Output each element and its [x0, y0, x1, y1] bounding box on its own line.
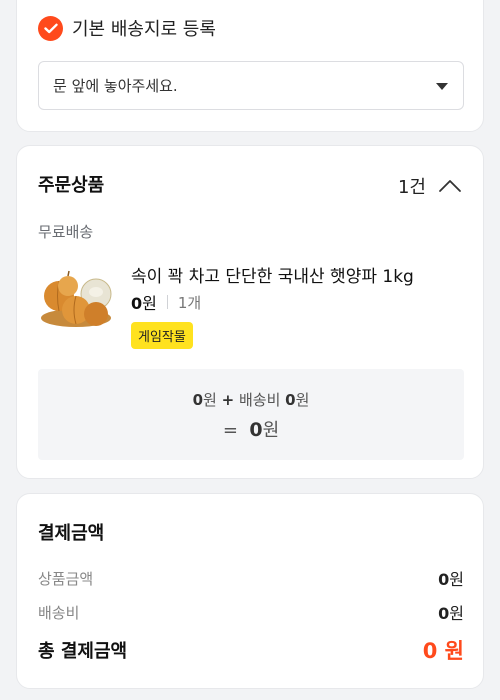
- payment-product-label: 상품금액: [38, 569, 94, 588]
- summary-product-amount: 0: [192, 391, 204, 409]
- payment-total-label: 총 결제금액: [38, 641, 128, 662]
- product-name[interactable]: 속이 꽉 차고 단단한 국내산 햇양파 1kg: [131, 262, 414, 287]
- caret-down-icon: [436, 83, 448, 90]
- shipping-type-label: 무료배송: [38, 223, 94, 241]
- payment-shipping-row: 배송비 0원: [38, 600, 464, 624]
- product-price: 0원: [131, 290, 157, 314]
- payment-product-unit: 원: [449, 570, 464, 589]
- product-price-row: 0원 1개: [131, 290, 201, 314]
- summary-breakdown: 0원 + 배송비 0원: [38, 389, 464, 410]
- payment-product-row: 상품금액 0원: [38, 566, 464, 590]
- payment-total-row: 총 결제금액 0 원: [38, 635, 464, 665]
- address-card: 기본 배송지로 등록 문 앞에 놓아주세요.: [16, 0, 484, 132]
- summary-shipping-amount: 0: [285, 391, 296, 409]
- chevron-up-icon[interactable]: [438, 178, 462, 194]
- order-summary-box: 0원 + 배송비 0원 = 0원: [38, 369, 464, 460]
- summary-total-amount: 0: [249, 419, 263, 441]
- summary-total: = 0원: [38, 416, 464, 442]
- summary-total-unit: 원: [262, 420, 280, 441]
- order-count: 1건: [397, 177, 426, 198]
- payment-card: 결제금액 상품금액 0원 배송비 0원 총 결제금액 0 원: [16, 493, 484, 689]
- onion-product-image: [41, 270, 112, 327]
- delivery-request-value: 문 앞에 놓아주세요.: [53, 77, 178, 95]
- payment-section-title: 결제금액: [38, 523, 105, 544]
- payment-total-value: 0 원: [422, 639, 464, 663]
- game-crop-badge: 게임작물: [131, 322, 193, 349]
- summary-product-unit: 원: [203, 391, 217, 409]
- payment-shipping-value: 0원: [438, 600, 464, 624]
- summary-equals: =: [222, 420, 238, 441]
- order-collapse-toggle[interactable]: 1건: [398, 173, 462, 199]
- product-price-amount: 0: [131, 294, 143, 313]
- summary-shipping-label: 배송비: [238, 391, 281, 409]
- payment-shipping-unit: 원: [449, 604, 464, 623]
- delivery-request-select[interactable]: 문 앞에 놓아주세요.: [38, 61, 464, 110]
- price-qty-divider: [166, 295, 168, 309]
- default-address-toggle[interactable]: 기본 배송지로 등록: [38, 15, 216, 41]
- product-quantity: 1개: [177, 293, 202, 312]
- check-icon[interactable]: [38, 15, 63, 41]
- default-address-label: 기본 배송지로 등록: [72, 19, 216, 40]
- product-price-unit: 원: [142, 294, 157, 313]
- order-section-title: 주문상품: [38, 175, 105, 196]
- payment-shipping-label: 배송비: [38, 603, 80, 622]
- payment-product-amount: 0: [438, 570, 450, 589]
- payment-shipping-amount: 0: [438, 604, 450, 623]
- payment-product-value: 0원: [438, 566, 464, 590]
- order-items-card: 주문상품 1건 무료배송 속이 꽉 차고 단단한 국내산 햇양파 1kg 0원 …: [16, 145, 484, 479]
- summary-plus: +: [221, 391, 235, 409]
- summary-shipping-unit: 원: [295, 391, 310, 409]
